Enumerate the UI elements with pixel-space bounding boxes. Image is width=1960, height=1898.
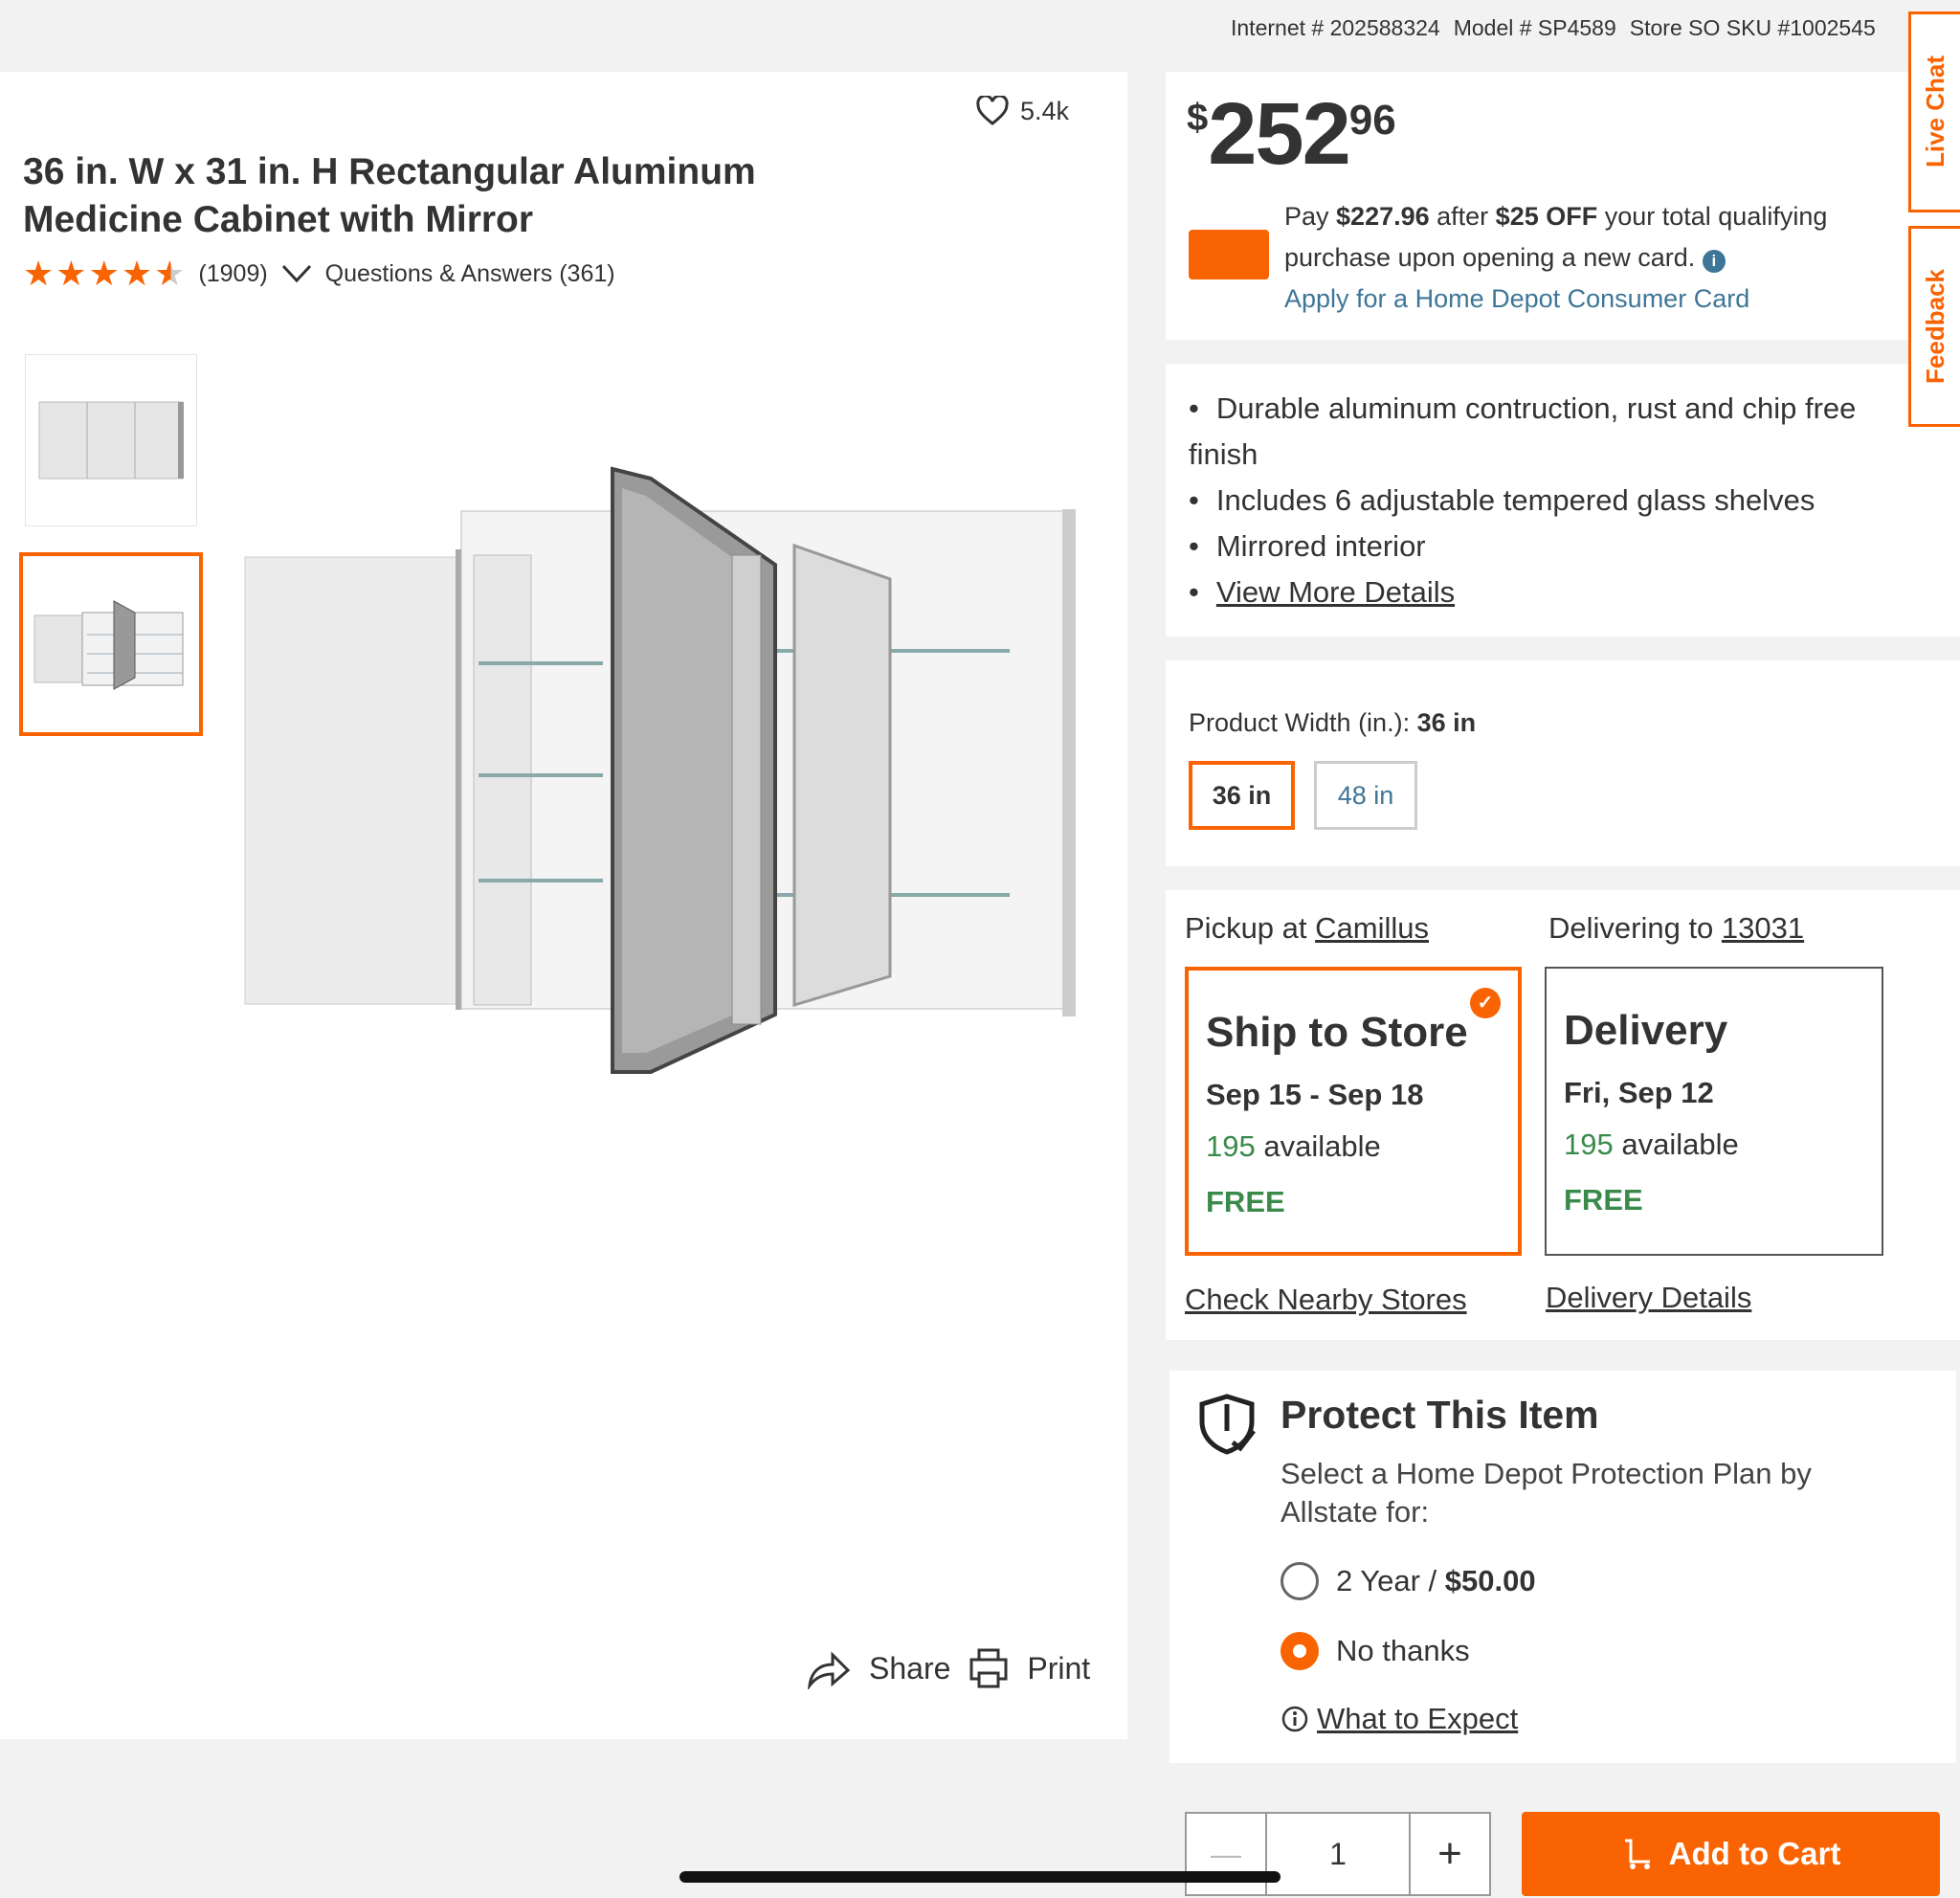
cart-icon: [1624, 1839, 1650, 1869]
width-label-text: Product Width (in.):: [1189, 708, 1417, 737]
ship-avail-text: available: [1255, 1129, 1381, 1163]
star-icon: ★: [23, 254, 55, 293]
product-main-image[interactable]: [239, 459, 1081, 1091]
print-button[interactable]: Print: [1027, 1651, 1090, 1686]
quantity-input[interactable]: 1: [1267, 1812, 1409, 1896]
product-title: 36 in. W x 31 in. H Rectangular Aluminum…: [23, 151, 756, 240]
star-icon: ★: [121, 254, 153, 293]
delivery-avail-text: available: [1613, 1128, 1739, 1161]
protect-subtitle: Select a Home Depot Protection Plan by A…: [1281, 1457, 1812, 1529]
delivery-title: Delivery: [1564, 1007, 1728, 1054]
protection-option-2yr[interactable]: 2 Year / $50.00: [1281, 1562, 1536, 1600]
pickup-location: Pickup at Camillus: [1185, 911, 1429, 946]
price-currency: $: [1187, 97, 1209, 139]
star-icon: ★: [56, 254, 87, 293]
feedback-tab[interactable]: Feedback: [1908, 226, 1960, 427]
share-icon[interactable]: [806, 1647, 852, 1689]
credit-card-image: [1189, 230, 1269, 279]
info-icon[interactable]: i: [1702, 250, 1726, 273]
width-option-48[interactable]: 48 in: [1314, 761, 1417, 830]
delivery-availability: 195 available: [1564, 1128, 1864, 1162]
view-more-item: View More Details: [1189, 569, 1897, 615]
pickup-store-link[interactable]: Camillus: [1315, 911, 1429, 945]
delivery-zip-link[interactable]: 13031: [1722, 911, 1804, 945]
shield-check-icon: [1199, 1394, 1256, 1455]
protection-option-none[interactable]: No thanks: [1281, 1632, 1470, 1670]
no-thanks-label: No thanks: [1336, 1634, 1470, 1667]
apply-card-link[interactable]: Apply for a Home Depot Consumer Card: [1284, 284, 1749, 313]
price-cents: 96: [1348, 97, 1396, 144]
add-to-cart-button[interactable]: Add to Cart: [1522, 1812, 1940, 1896]
quantity-stepper: — 1 +: [1185, 1812, 1491, 1896]
promo-text: Pay: [1284, 202, 1337, 231]
product-identifiers: Internet # 202588324 Model # SP4589 Store …: [1231, 15, 1889, 41]
delivery-label: Delivering to: [1548, 911, 1722, 945]
info-circle-icon: [1281, 1706, 1308, 1732]
live-chat-tab[interactable]: Live Chat: [1908, 11, 1960, 212]
star-icon: ★: [88, 254, 120, 293]
print-icon[interactable]: [968, 1646, 1010, 1690]
delivery-price: FREE: [1564, 1183, 1643, 1217]
check-nearby-stores-link[interactable]: Check Nearby Stores: [1185, 1283, 1467, 1317]
radio-unchecked[interactable]: [1281, 1562, 1319, 1600]
ship-count: 195: [1206, 1129, 1256, 1163]
highlight-item: Durable aluminum contruction, rust and c…: [1189, 386, 1897, 478]
highlight-item: Mirrored interior: [1189, 524, 1897, 569]
heart-icon: [976, 96, 1009, 125]
product-highlights: Durable aluminum contruction, rust and c…: [1189, 386, 1897, 615]
highlight-item: Includes 6 adjustable tempered glass she…: [1189, 478, 1897, 524]
delivery-option[interactable]: Delivery Fri, Sep 12 195 available FREE: [1545, 967, 1883, 1256]
cabinet-closed-image: [38, 401, 184, 480]
ship-availability: 195 available: [1206, 1129, 1501, 1164]
plan-label: 2 Year /: [1336, 1564, 1445, 1597]
radio-checked[interactable]: [1281, 1632, 1319, 1670]
rating-row: ★ ★ ★ ★ ★ (1909) Questions & Answers (36…: [23, 257, 615, 291]
promo-discount: $25 OFF: [1495, 202, 1598, 231]
promo-text: after: [1429, 202, 1496, 231]
width-option-36[interactable]: 36 in: [1189, 761, 1295, 830]
favorite-count: 5.4k: [1020, 96, 1070, 125]
qa-link[interactable]: Questions & Answers (361): [325, 260, 615, 288]
decrement-button[interactable]: —: [1185, 1812, 1267, 1896]
thumbnail-open-selected[interactable]: [19, 552, 203, 736]
favorite-button[interactable]: 5.4k: [976, 96, 1069, 126]
protect-title: Protect This Item: [1281, 1393, 1599, 1437]
what-to-expect-link[interactable]: What to Expect: [1317, 1702, 1518, 1736]
what-to-expect[interactable]: What to Expect: [1281, 1702, 1518, 1736]
width-value: 36 in: [1416, 708, 1477, 737]
ship-date: Sep 15 - Sep 18: [1206, 1078, 1424, 1111]
view-more-details-link[interactable]: View More Details: [1216, 575, 1455, 609]
price-dollars: 252: [1208, 85, 1350, 183]
plan-price: $50.00: [1444, 1564, 1536, 1597]
add-to-cart-label: Add to Cart: [1668, 1836, 1841, 1871]
chevron-down-icon[interactable]: [281, 264, 312, 283]
review-count[interactable]: (1909): [198, 260, 267, 288]
star-rating[interactable]: ★ ★ ★ ★ ★: [23, 257, 185, 291]
feedback-label: Feedback: [1921, 269, 1949, 384]
home-indicator: [679, 1871, 1281, 1883]
live-chat-label: Live Chat: [1921, 56, 1949, 168]
model-number: Model # SP4589: [1453, 15, 1616, 40]
thumbnail-front[interactable]: [25, 354, 197, 526]
store-sku: Store SO SKU #1002545: [1629, 15, 1876, 40]
half-star-icon: ★: [154, 254, 186, 293]
ship-to-store-option[interactable]: ✓ Ship to Store Sep 15 - Sep 18 195 avai…: [1185, 967, 1522, 1256]
delivery-details-link[interactable]: Delivery Details: [1546, 1281, 1751, 1315]
share-button[interactable]: Share: [869, 1651, 950, 1686]
ship-title: Ship to Store: [1206, 1009, 1468, 1056]
promo-amount: $227.96: [1336, 202, 1430, 231]
price: $252 96: [1187, 85, 1396, 183]
delivery-location: Delivering to 13031: [1548, 911, 1804, 946]
ship-price: FREE: [1206, 1185, 1285, 1218]
width-label: Product Width (in.): 36 in: [1189, 708, 1476, 738]
internet-number: Internet # 202588324: [1231, 15, 1440, 40]
increment-button[interactable]: +: [1409, 1812, 1491, 1896]
checkmark-icon: ✓: [1470, 988, 1501, 1018]
pickup-label: Pickup at: [1185, 911, 1316, 945]
delivery-date: Fri, Sep 12: [1564, 1076, 1714, 1109]
delivery-count: 195: [1564, 1128, 1614, 1161]
cabinet-open-image: [33, 600, 184, 690]
share-print-row: Share Print: [806, 1646, 1090, 1690]
card-promo: Pay $227.96 after $25 OFF your total qua…: [1284, 196, 1897, 320]
